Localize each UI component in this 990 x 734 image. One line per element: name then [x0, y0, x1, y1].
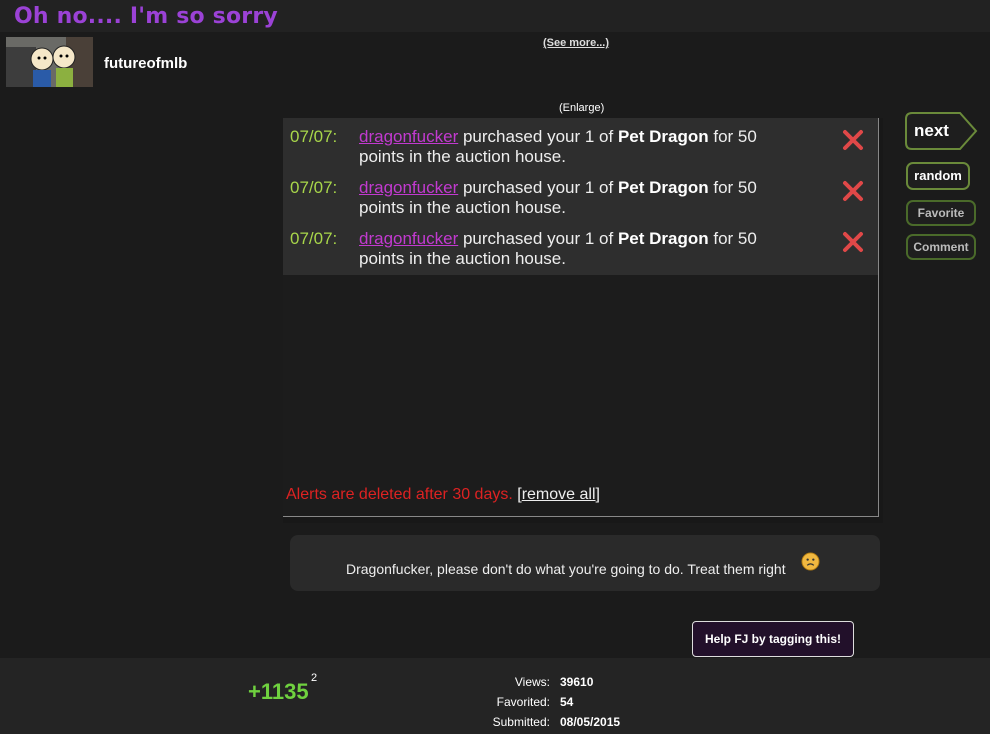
tag-help-button[interactable]: Help FJ by tagging this! — [692, 621, 854, 657]
alerts-footer: Alerts are deleted after 30 days. [remov… — [286, 486, 600, 504]
alert-date: 07/07: — [290, 178, 338, 197]
close-icon[interactable] — [841, 128, 865, 152]
score-superscript: 2 — [311, 672, 318, 684]
alert-message: dragonfucker purchased your 1 of Pet Dra… — [359, 229, 799, 269]
alert-text-before: purchased your 1 of — [458, 127, 618, 146]
close-icon[interactable] — [841, 230, 865, 254]
submitted-value: 08/05/2015 — [560, 715, 621, 729]
views-label: Views: — [514, 675, 550, 689]
alert-item: 07/07: dragonfucker purchased your 1 of … — [283, 118, 878, 169]
description-box: Dragonfucker, please don't do what you'r… — [290, 535, 880, 591]
favorite-button[interactable]: Favorite — [906, 200, 976, 226]
random-button[interactable]: random — [906, 162, 970, 190]
alert-message: dragonfucker purchased your 1 of Pet Dra… — [359, 178, 799, 218]
alert-date: 07/07: — [290, 229, 338, 248]
alert-message: dragonfucker purchased your 1 of Pet Dra… — [359, 127, 799, 167]
submitted-label: Submitted: — [492, 715, 550, 729]
score: +1135 — [248, 679, 309, 704]
alerts-list: 07/07: dragonfucker purchased your 1 of … — [283, 118, 878, 275]
description-text: Dragonfucker, please don't do what you'r… — [346, 561, 786, 577]
favorited-value: 54 — [560, 695, 574, 709]
alert-user-link[interactable]: dragonfucker — [359, 229, 458, 248]
remove-all-bracket: ] — [595, 486, 600, 503]
alert-text-before: purchased your 1 of — [458, 178, 618, 197]
alert-text-before: purchased your 1 of — [458, 229, 618, 248]
alert-item: 07/07: dragonfucker purchased your 1 of … — [283, 220, 878, 271]
alert-item-name: Pet Dragon — [617, 127, 709, 146]
alerts-retention-note: Alerts are deleted after 30 days. — [286, 486, 513, 503]
alert-user-link[interactable]: dragonfucker — [359, 178, 458, 197]
username[interactable]: futureofmlb — [104, 55, 187, 72]
alert-item-name: Pet Dragon — [617, 229, 709, 248]
next-label: next — [914, 121, 949, 140]
next-button[interactable]: next — [905, 112, 978, 150]
views-value: 39610 — [560, 675, 594, 689]
sad-face-icon — [801, 552, 820, 571]
see-more-link[interactable]: (See more...) — [543, 37, 609, 49]
favorited-label: Favorited: — [496, 695, 550, 709]
alert-item: 07/07: dragonfucker purchased your 1 of … — [283, 169, 878, 220]
alert-user-link[interactable]: dragonfucker — [359, 127, 458, 146]
alert-date: 07/07: — [290, 127, 338, 146]
enlarge-link[interactable]: (Enlarge) — [559, 102, 604, 114]
close-icon[interactable] — [841, 179, 865, 203]
avatar[interactable] — [6, 37, 93, 87]
alert-item-name: Pet Dragon — [617, 178, 709, 197]
page-title: Oh no.... I'm so sorry — [14, 4, 278, 29]
remove-all-link[interactable]: remove all — [522, 486, 596, 503]
alerts-panel: 07/07: dragonfucker purchased your 1 of … — [283, 118, 879, 517]
comment-button[interactable]: Comment — [906, 234, 976, 260]
